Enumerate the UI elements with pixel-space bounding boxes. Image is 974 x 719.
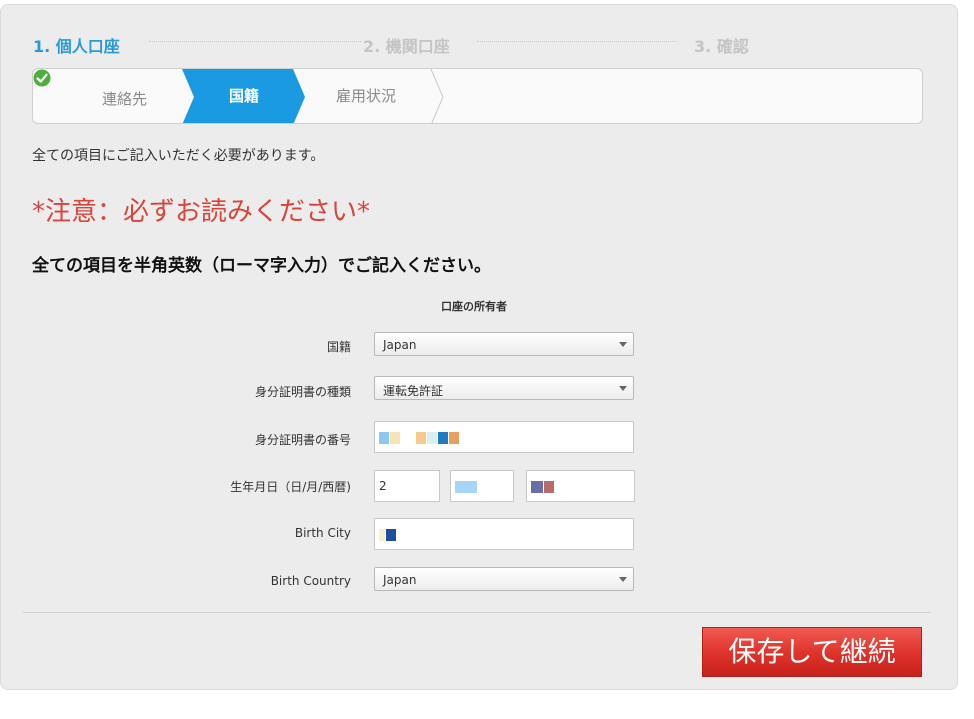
id-number-label: 身分証明書の番号: [254, 433, 351, 447]
sub-tabs: 連絡先 国籍 雇用状況: [32, 68, 923, 124]
step-confirm: 3. 確認: [694, 37, 749, 56]
redacted-block: [531, 480, 543, 493]
save-continue-button[interactable]: 保存して継続: [702, 627, 922, 677]
required-notice: 全ての項目にご記入いただく必要があります。: [32, 148, 325, 164]
birth-month-input[interactable]: [450, 470, 514, 502]
birth-day-value: 2: [379, 479, 387, 493]
tab-contact[interactable]: 連絡先: [102, 88, 147, 109]
nationality-select[interactable]: Japan: [374, 332, 634, 356]
step-institutional-account: 2. 機関口座: [363, 37, 450, 56]
chevron-down-icon: [619, 386, 627, 391]
id-number-input[interactable]: [374, 421, 634, 453]
owner-header: 口座の所有者: [441, 300, 507, 313]
redacted-block: [379, 431, 389, 444]
redacted-block: [401, 431, 415, 444]
birth-city-input[interactable]: [374, 518, 634, 550]
tab-separator: [430, 69, 444, 123]
footer-divider: [23, 612, 931, 613]
form-panel: 1. 個人口座 2. 機関口座 3. 確認 連絡先 国籍 雇用状況 全ての項目に…: [0, 4, 958, 690]
sub-tabs-shapes: [182, 69, 444, 123]
nationality-value: Japan: [383, 338, 417, 352]
redacted-block: [455, 480, 477, 493]
check-circle-icon: [33, 69, 51, 87]
birth-country-label: Birth Country: [270, 574, 351, 588]
step-progress: 1. 個人口座 2. 機関口座 3. 確認: [33, 33, 923, 57]
redacted-block: [438, 431, 448, 444]
redacted-block: [386, 528, 396, 541]
nationality-label: 国籍: [326, 340, 351, 354]
chevron-down-icon: [619, 577, 627, 582]
tab-employment[interactable]: 雇用状況: [336, 85, 396, 106]
warning-heading: *注意：必ずお読みください*: [32, 197, 371, 227]
redacted-block: [416, 431, 426, 444]
birthdate-label: 生年月日（日/月/西暦): [230, 480, 351, 494]
tab-nationality[interactable]: 国籍: [229, 85, 259, 106]
id-type-label: 身分証明書の種類: [254, 385, 351, 399]
instruction-text: 全ての項目を半角英数（ローマ字入力）でご記入ください。: [32, 256, 491, 276]
redacted-block: [449, 431, 459, 444]
redacted-block: [544, 480, 554, 493]
birth-day-input[interactable]: 2: [374, 470, 440, 502]
id-type-select[interactable]: 運転免許証: [374, 376, 634, 400]
id-type-value: 運転免許証: [383, 384, 444, 398]
chevron-down-icon: [619, 342, 627, 347]
birth-year-input[interactable]: [526, 470, 635, 502]
step-personal-account: 1. 個人口座: [33, 37, 120, 56]
birth-country-value: Japan: [383, 573, 417, 587]
birth-country-select[interactable]: Japan: [374, 567, 634, 591]
redacted-block: [427, 431, 437, 444]
step-divider: [477, 41, 677, 42]
redacted-block: [390, 431, 400, 444]
birth-city-label: Birth City: [294, 526, 351, 540]
redacted-block: [379, 528, 385, 541]
step-divider: [149, 41, 361, 42]
